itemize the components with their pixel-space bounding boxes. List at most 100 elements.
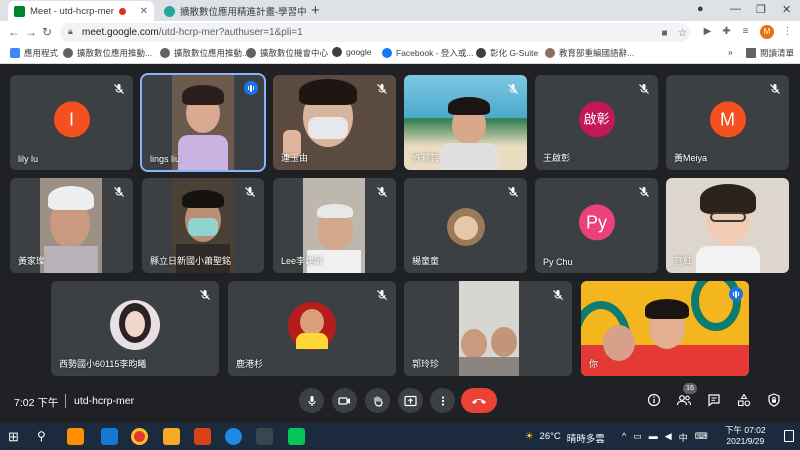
participant-tile[interactable]: lings liu xyxy=(140,73,266,172)
participant-tile[interactable]: M 黃Meiya xyxy=(666,75,789,170)
present-now-button[interactable] xyxy=(398,388,423,413)
participant-tile[interactable]: 郭玲珍 xyxy=(404,281,572,376)
show-hidden-icons-icon[interactable]: ^ xyxy=(622,431,626,444)
app-icon[interactable] xyxy=(256,428,273,445)
windows-start-icon[interactable]: ⊞ xyxy=(8,428,25,445)
gsuite-icon xyxy=(476,48,486,58)
mail-icon[interactable] xyxy=(101,428,118,445)
more-options-button[interactable] xyxy=(430,388,455,413)
participant-tile[interactable]: I lily lu xyxy=(10,75,133,170)
mic-off-icon xyxy=(770,84,780,94)
bookmark-item[interactable]: 擴散數位機會中心 xyxy=(246,47,328,59)
video-feed xyxy=(172,75,234,170)
camera-in-use-icon[interactable]: ■ xyxy=(657,26,672,41)
chat-icon xyxy=(708,394,720,407)
more-bookmarks-icon[interactable]: » xyxy=(728,47,733,57)
participant-tile[interactable]: Lee李建師 xyxy=(273,178,396,273)
meeting-details-button[interactable] xyxy=(644,390,664,410)
close-tab-icon[interactable]: ✕ xyxy=(140,6,148,17)
more-vert-icon xyxy=(441,395,444,406)
file-explorer-icon[interactable] xyxy=(163,428,180,445)
participant-tile[interactable]: 官紅 xyxy=(666,178,789,273)
chat-button[interactable] xyxy=(704,390,724,410)
tab-meet[interactable]: Meet - utd-hcrp-mer ✕ xyxy=(8,1,154,21)
back-icon[interactable]: ← xyxy=(8,25,20,39)
bookmark-gsuite[interactable]: 彰化 G-Suite xyxy=(476,47,538,59)
meet-extension-icon[interactable]: ▶ xyxy=(700,24,715,39)
avatar: 啟彰 xyxy=(578,100,615,137)
raise-hand-button[interactable] xyxy=(365,388,390,413)
leave-call-button[interactable] xyxy=(461,388,497,413)
camera-button[interactable] xyxy=(332,388,357,413)
keyboard-icon[interactable]: ⌨ xyxy=(695,431,708,444)
microphone-button[interactable] xyxy=(299,388,324,413)
meeting-code: utd-hcrp-mer xyxy=(74,395,135,407)
bookmark-google[interactable]: google xyxy=(332,47,372,57)
tab-learning-center[interactable]: 擴散數位應用精進計畫-學習中心 ✕ xyxy=(158,1,306,21)
system-clock[interactable]: 下午 07:02 2021/9/29 xyxy=(725,425,766,447)
participant-tile[interactable]: 連玉由 xyxy=(273,75,396,170)
close-window-icon[interactable]: ✕ xyxy=(782,3,791,16)
participant-name: lily lu xyxy=(18,154,39,164)
participant-tile[interactable]: 黃家璨 xyxy=(10,178,133,273)
more-menu-icon[interactable]: ⋮ xyxy=(780,24,795,39)
activities-button[interactable] xyxy=(734,390,754,410)
participant-tile[interactable]: 啟彰 王啟彰 xyxy=(535,75,658,170)
battery-icon[interactable]: ▬ xyxy=(649,431,658,444)
tab-search-icon[interactable]: ● xyxy=(697,3,704,15)
activities-shapes-icon xyxy=(737,393,751,407)
line-icon[interactable] xyxy=(288,428,305,445)
google-icon xyxy=(332,47,342,57)
forward-icon[interactable]: → xyxy=(25,25,37,39)
address-bar[interactable]: 🔒︎ meet.google.com/utd-hcrp-mer?authuser… xyxy=(60,23,690,42)
bookmark-apps[interactable]: 應用程式 xyxy=(10,47,58,59)
network-icon[interactable]: ▭ xyxy=(633,431,642,444)
participant-tile[interactable]: Py Py Chu xyxy=(535,178,658,273)
app-icon[interactable] xyxy=(194,428,211,445)
site-favicon-icon xyxy=(164,5,175,17)
chrome-icon[interactable] xyxy=(131,428,148,445)
edge-icon[interactable] xyxy=(225,428,242,445)
lock-icon: 🔒︎ xyxy=(68,26,73,36)
participant-tile[interactable]: 許莉芸 xyxy=(404,75,527,170)
reading-list[interactable]: 閱讀清單 xyxy=(746,47,794,59)
bookmark-facebook[interactable]: Facebook - 登入或... xyxy=(382,47,473,59)
video-feed xyxy=(459,281,519,376)
ime-indicator[interactable]: 中 xyxy=(679,431,688,444)
search-icon[interactable]: ⚲ xyxy=(37,428,54,445)
site-icon xyxy=(160,48,170,58)
new-tab-button[interactable]: + xyxy=(311,2,320,19)
minimize-icon[interactable]: — xyxy=(730,3,741,15)
mic-off-icon xyxy=(553,290,563,300)
site-icon xyxy=(246,48,256,58)
participant-tile[interactable]: 鹿港杉 xyxy=(228,281,396,376)
facebook-icon xyxy=(382,48,392,58)
hang-up-icon xyxy=(472,398,486,404)
bookmark-star-icon[interactable]: ☆ xyxy=(675,26,690,41)
maximize-icon[interactable]: ❐ xyxy=(756,3,766,16)
volume-icon[interactable]: ◀ xyxy=(665,431,672,444)
extensions-icon[interactable]: ✚ xyxy=(719,24,734,39)
host-controls-button[interactable] xyxy=(764,390,784,410)
bookmark-item[interactable]: 擴散數位應用推動... xyxy=(160,47,249,59)
reload-icon[interactable]: ↻ xyxy=(42,25,52,39)
shield-lock-icon xyxy=(768,393,780,407)
participant-tile[interactable]: 縣立日新國小蕭聖銘 xyxy=(142,178,264,273)
bookmark-dictionary[interactable]: 教育部重編國語辭... xyxy=(545,47,634,59)
store-icon[interactable] xyxy=(67,428,84,445)
people-count-badge: 16 xyxy=(683,383,697,394)
participant-tile[interactable]: 你 xyxy=(581,281,749,376)
profile-avatar[interactable]: M xyxy=(760,25,774,39)
bookmarks-bar: 應用程式 擴散數位應用推動... 擴散數位應用推動... 擴散數位機會中心 go… xyxy=(0,44,800,64)
participant-name: 楊童童 xyxy=(412,256,440,266)
media-control-icon[interactable]: ≡ xyxy=(738,24,753,39)
tab-strip: Meet - utd-hcrp-mer ✕ 擴散數位應用精進計畫-學習中心 ✕ … xyxy=(0,0,800,21)
temperature: 26°C xyxy=(539,431,561,442)
participant-tile[interactable]: 楊童童 xyxy=(404,178,527,273)
participant-tile[interactable]: 西勢國小60115李昀曦 xyxy=(51,281,219,376)
bookmark-item[interactable]: 擴散數位應用推動... xyxy=(63,47,152,59)
notifications-icon[interactable] xyxy=(784,430,794,442)
participant-name: 官紅 xyxy=(674,256,693,266)
divider xyxy=(65,394,66,408)
weather-widget[interactable]: ☀ 26°C 晴時多雲 xyxy=(525,431,605,445)
